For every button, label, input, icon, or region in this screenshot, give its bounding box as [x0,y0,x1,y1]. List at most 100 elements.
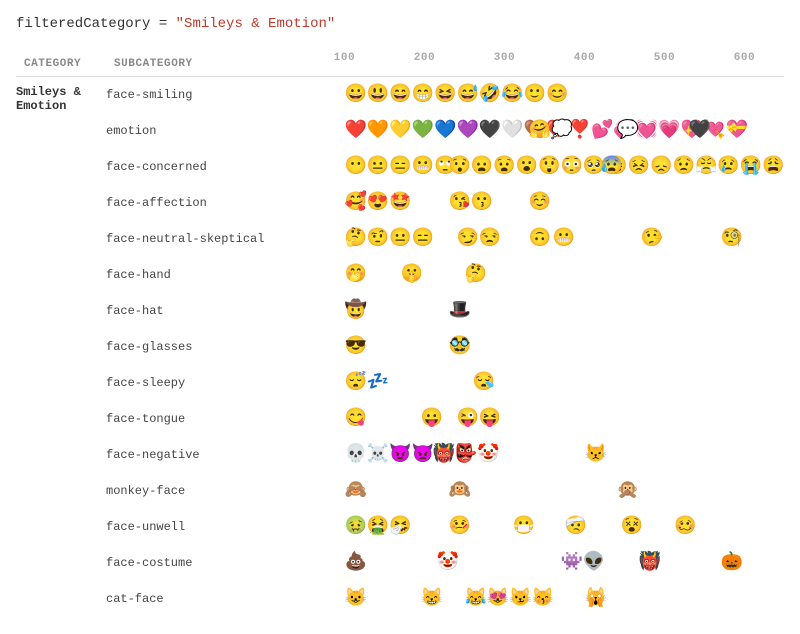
emoji-group: ☺️ [528,194,550,212]
table-row: face-costume💩🤡👾👽👹🎃👻 [16,545,784,581]
table-row: face-hat🤠🎩 [16,293,784,329]
emoji-group: 🧐 [720,230,742,248]
category-cell [16,113,106,149]
emoji-group: 💬 [616,122,638,140]
subcategory-cell: face-negative [106,437,264,473]
category-cell [16,149,106,185]
emoji-group: 🖤 [688,122,710,140]
subcategory-cell: face-smiling [106,77,264,114]
category-cell [16,257,106,293]
table-row: cat-face😺😸😹😻😼😽🙀 [16,581,784,617]
category-header: CATEGORY [16,52,106,77]
axis-400: 400 [574,52,595,64]
subcategory-cell: face-affection [106,185,264,221]
emoji-bar-cell: 🤔🤨😐😑 😏😒 🙃😬 🤥 🧐 [264,221,784,257]
table-row: Smileys & Emotionface-smiling 😀😃😄😁😆😅🤣😂🙂😊 [16,77,784,114]
table-row: face-sleepy 😴💤 😪 [16,365,784,401]
emoji-group: 🤔 [464,266,486,284]
emoji-group: 🥸 [448,338,470,356]
code-value: "Smileys & Emotion" [176,16,336,32]
category-cell: Smileys & Emotion [16,77,106,114]
subcategory-cell: face-unwell [106,509,264,545]
emoji-group: 😏😒 [456,230,501,248]
emoji-group: 😛 [420,410,442,428]
emoji-group: 🤒 [448,518,470,536]
emoji-group: 🙃 [528,230,550,248]
table-body: Smileys & Emotionface-smiling 😀😃😄😁😆😅🤣😂🙂😊 e… [16,77,784,618]
emoji-group: 🤡 [436,554,458,572]
emoji-group: 😀😃😄😁😆😅🤣😂🙂😊 [344,86,568,104]
category-cell [16,185,106,221]
emoji-group: 😾 [584,446,606,464]
emoji-group: 👾👽 [560,554,605,572]
chart-table: CATEGORY SUBCATEGORY 100 200 300 400 500… [16,52,784,617]
table-row: monkey-face🙈🙉🙊 [16,473,784,509]
table-row: face-concerned😶😐😑😬🙄😯😦😧😮😲😳🥺😖😣😞😟😤😢😭😩😫😪😰 [16,149,784,185]
emoji-group: 😬 [552,230,574,248]
emoji-group: 😎 [344,338,366,356]
emoji-group: 😺 [344,590,366,608]
emoji-group: 🥴 [674,518,696,536]
emoji-group: 🤕 [564,518,586,536]
axis-500: 500 [654,52,675,64]
category-cell [16,221,106,257]
table-row: face-neutral-skeptical🤔🤨😐😑😏😒🙃😬🤥🧐 [16,221,784,257]
axis-300: 300 [494,52,515,64]
emoji-group: 🙉 [448,482,470,500]
emoji-group: 😜😝 [456,410,501,428]
emoji-bar-cell: 😺😸😹😻😼😽🙀 [264,581,784,617]
emoji-bar-cell: 🤢🤮🤧🤒😷🤕😵🥴 [264,509,784,545]
category-cell [16,545,106,581]
table-row: face-hand🤭🤫🤔 [16,257,784,293]
emoji-group: 🤠 [344,302,366,320]
emoji-group: 🤔🤨😐😑 [344,230,434,248]
table-header: CATEGORY SUBCATEGORY 100 200 300 400 500… [16,52,784,77]
emoji-group: 😪 [472,374,494,392]
subcategory-cell: emotion [106,113,264,149]
axis-100: 100 [334,52,355,64]
emoji-group: 👹👺🤡 [432,446,499,464]
emoji-bar-cell: 😴💤 😪 [264,365,784,401]
emoji-bar-cell: ❤️🧡💛💚💙💜🖤🤍🤎💔❣️💕💞💓💗💖💘💝🤗💭💬🖤 [264,113,784,149]
axis-labels: 100 200 300 400 500 600 700 [264,52,784,76]
code-variable: filteredCategory = [16,16,176,32]
emoji-bar-cell: 🥰😍🤩 😘😗 ☺️ [264,185,784,221]
emoji-bar-cell: 💩🤡👾👽👹🎃👻 [264,545,784,581]
emoji-bar-cell: 😀😃😄😁😆😅🤣😂🙂😊 [264,77,784,114]
emoji-group: 💩 [344,554,366,572]
emoji-group: 😴💤 [344,374,389,392]
emoji-bar-cell: 😎🥸 [264,329,784,365]
emoji-group: 🤭 [344,266,366,284]
table-row: face-affection 🥰😍🤩 😘😗 ☺️ [16,185,784,221]
emoji-bar-cell: 🤭🤫🤔 [264,257,784,293]
emoji-group: 😸 [420,590,442,608]
category-cell [16,509,106,545]
subcategory-cell: face-sleepy [106,365,264,401]
emoji-group: 🙀 [584,590,606,608]
emoji-group: 🙈 [344,482,366,500]
emoji-bar-cell: 🤠🎩 [264,293,784,329]
emoji-group: 🤗💭 [528,122,573,140]
emoji-group: 💀☠️😈👿 [344,446,434,464]
emoji-group: 😘😗 [448,194,493,212]
subcategory-cell: face-concerned [106,149,264,185]
emoji-group: 🥰😍🤩 [344,194,411,212]
subcategory-cell: face-costume [106,545,264,581]
emoji-group: 😵 [620,518,642,536]
axis-200: 200 [414,52,435,64]
table-row: face-negative 💀☠️😈👿👹👺🤡 😾 [16,437,784,473]
category-cell [16,293,106,329]
emoji-group: 🎃 [720,554,742,572]
emoji-group: 🤢🤮🤧 [344,518,411,536]
table-row: face-unwell🤢🤮🤧🤒😷🤕😵🥴 [16,509,784,545]
code-header: filteredCategory = "Smileys & Emotion" [16,16,784,32]
emoji-group: 👹 [639,554,661,572]
subcategory-header: SUBCATEGORY [106,52,264,77]
emoji-bar-cell: 🙈🙉🙊 [264,473,784,509]
emoji-group: 😰 [600,158,622,176]
subcategory-cell: face-tongue [106,401,264,437]
category-cell [16,473,106,509]
emoji-group: 🤥 [640,230,662,248]
emoji-bar-cell: 😋😛😜😝 [264,401,784,437]
category-cell [16,401,106,437]
